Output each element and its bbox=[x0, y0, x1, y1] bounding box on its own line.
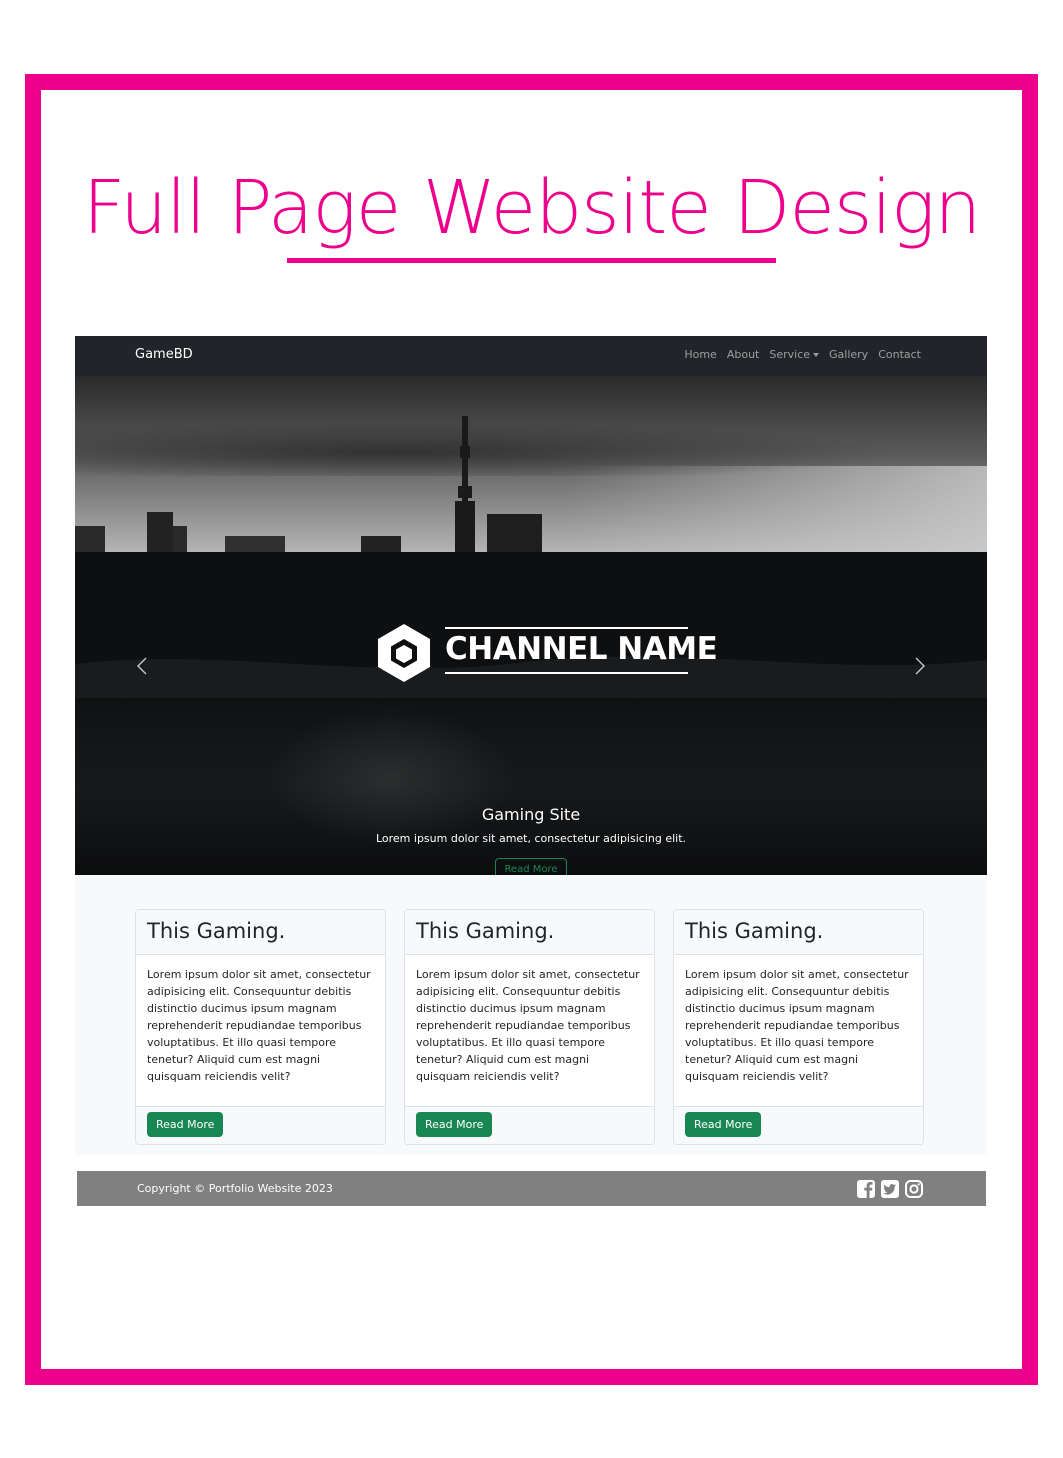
nav-link-label: Home bbox=[684, 348, 717, 361]
card-text: Lorem ipsum dolor sit amet, consectetur … bbox=[685, 968, 909, 1083]
card-header: This Gaming. bbox=[405, 910, 654, 955]
card-title: This Gaming. bbox=[416, 919, 555, 943]
nav-link-about[interactable]: About bbox=[727, 348, 760, 361]
hero-read-more-button[interactable]: Read More bbox=[495, 858, 567, 875]
card-header: This Gaming. bbox=[674, 910, 923, 955]
nav-link-gallery[interactable]: Gallery bbox=[829, 348, 868, 361]
navbar: GameBD Home About Service Gallery Contac… bbox=[75, 336, 987, 376]
facebook-icon[interactable] bbox=[856, 1179, 876, 1199]
channel-line-bottom bbox=[445, 672, 688, 674]
card-footer: Read More bbox=[136, 1106, 385, 1144]
site-footer: Copyright © Portfolio Website 2023 bbox=[77, 1171, 986, 1206]
card-text: Lorem ipsum dolor sit amet, consectetur … bbox=[416, 968, 640, 1083]
website-mockup: GameBD Home About Service Gallery Contac… bbox=[75, 336, 987, 1206]
nav-link-label: Service bbox=[769, 348, 811, 361]
carousel-prev-icon[interactable] bbox=[133, 656, 153, 676]
card-read-more-button[interactable]: Read More bbox=[147, 1112, 224, 1137]
caption-title: Gaming Site bbox=[481, 805, 581, 824]
card-title: This Gaming. bbox=[685, 919, 824, 943]
card: This Gaming. Lorem ipsum dolor sit amet,… bbox=[135, 909, 386, 1145]
card: This Gaming. Lorem ipsum dolor sit amet,… bbox=[404, 909, 655, 1145]
card-text: Lorem ipsum dolor sit amet, consectetur … bbox=[147, 968, 371, 1083]
card-read-more-button[interactable]: Read More bbox=[416, 1112, 493, 1137]
title-underline bbox=[287, 258, 776, 263]
channel-line-top bbox=[445, 627, 688, 629]
navbar-brand[interactable]: GameBD bbox=[135, 347, 193, 362]
channel-name-text: CHANNEL NAME bbox=[445, 631, 718, 667]
caret-down-icon bbox=[813, 352, 820, 357]
twitter-icon[interactable] bbox=[880, 1179, 900, 1199]
caption-text: Lorem ipsum dolor sit amet, consectetur … bbox=[375, 832, 687, 845]
nav-link-home[interactable]: Home bbox=[684, 348, 716, 361]
nav-link-label: Gallery bbox=[829, 348, 869, 361]
nav-link-contact[interactable]: Contact bbox=[878, 348, 921, 361]
hexagon-logo-icon bbox=[378, 624, 430, 682]
card-footer: Read More bbox=[674, 1106, 923, 1144]
nav-links: Home About Service Gallery Contact bbox=[684, 348, 921, 361]
carousel-next-icon[interactable] bbox=[909, 656, 929, 676]
city-skyline-image bbox=[75, 416, 542, 552]
carousel-caption: Gaming Site Lorem ipsum dolor sit amet, … bbox=[75, 804, 987, 875]
cards-section: This Gaming. Lorem ipsum dolor sit amet,… bbox=[75, 875, 987, 1155]
nav-dropdown-service[interactable]: Service bbox=[769, 348, 820, 361]
card-header: This Gaming. bbox=[136, 910, 385, 955]
card-read-more-button[interactable]: Read More bbox=[685, 1112, 762, 1137]
nav-link-label: Contact bbox=[878, 348, 921, 361]
card-footer: Read More bbox=[405, 1106, 654, 1144]
banner-wave bbox=[75, 656, 987, 698]
card-title: This Gaming. bbox=[147, 919, 286, 943]
channel-banner bbox=[75, 552, 987, 698]
page-title: Full Page Website Design bbox=[82, 165, 982, 251]
card: This Gaming. Lorem ipsum dolor sit amet,… bbox=[673, 909, 924, 1145]
copyright-text: Copyright © Portfolio Website 2023 bbox=[137, 1182, 333, 1195]
hero-carousel: CHANNEL NAME Gaming Site Lorem ipsum dol… bbox=[75, 376, 987, 875]
social-links bbox=[856, 1179, 924, 1199]
nav-link-label: About bbox=[726, 348, 760, 361]
instagram-icon[interactable] bbox=[904, 1179, 924, 1199]
